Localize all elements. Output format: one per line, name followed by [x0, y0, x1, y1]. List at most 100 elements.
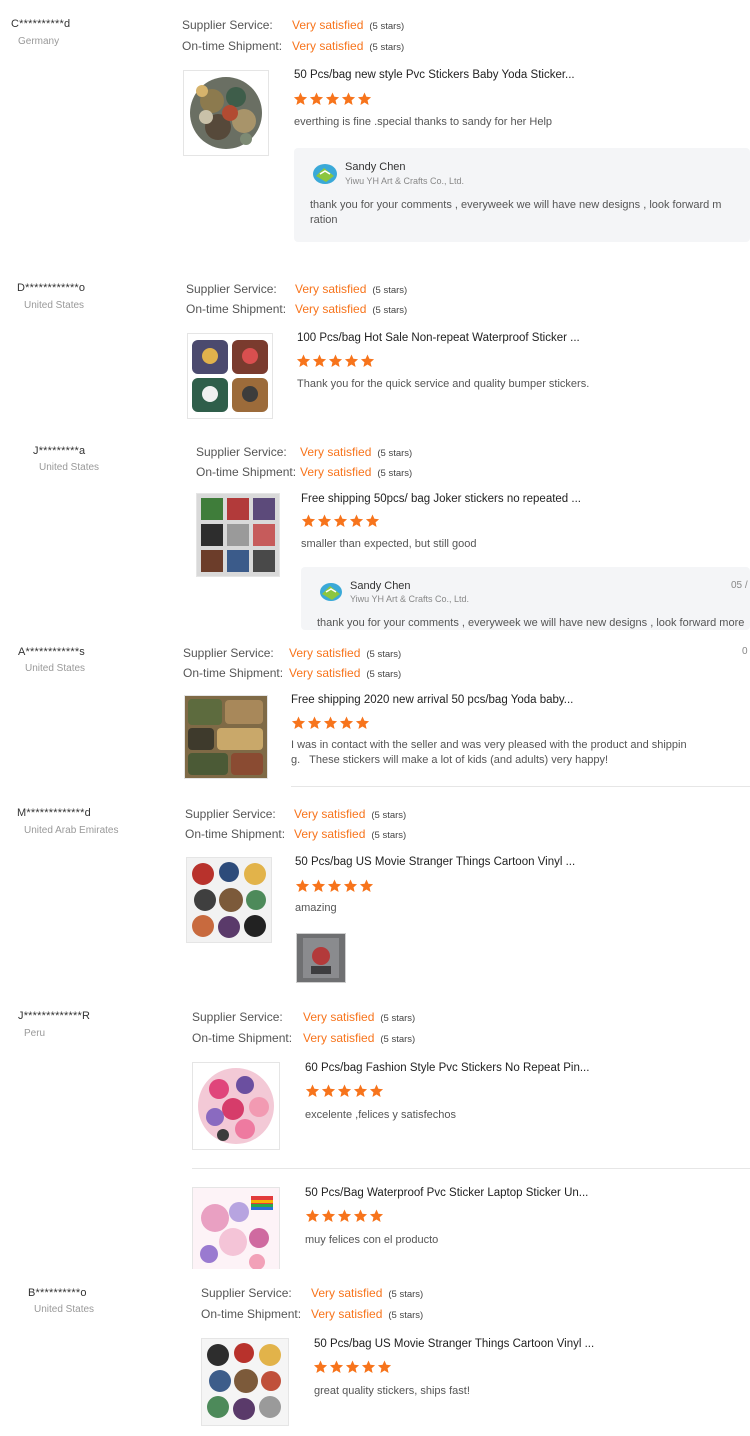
rating-stars-text: (5 stars)	[369, 42, 405, 53]
star-icon	[369, 1084, 384, 1097]
product-title-link[interactable]: 50 Pcs/Bag Waterproof Pvc Sticker Laptop…	[305, 1187, 588, 1199]
rating-value: Very satisfied	[300, 465, 372, 479]
rating-stars-text: (5 stars)	[377, 468, 413, 479]
star-icon	[311, 879, 326, 892]
supplier-service-label: Supplier Service:	[196, 445, 287, 459]
review-comment: muy felices con el producto	[305, 1234, 439, 1246]
seller-reply-text: thank you for your comments , everyweek …	[317, 617, 745, 629]
seller-name: Sandy Chen	[350, 580, 411, 592]
supplier-service-rating: Supplier Service: Very satisfied (5 stars)	[196, 445, 412, 459]
review-card: C**********d Germany Supplier Service: Ve…	[0, 0, 750, 260]
star-icon	[365, 514, 380, 527]
rating-stars-text: (5 stars)	[380, 1013, 416, 1024]
product-thumbnail[interactable]	[196, 493, 280, 577]
product-thumbnail[interactable]	[201, 1338, 289, 1426]
star-rating	[291, 716, 371, 730]
star-icon	[317, 514, 332, 527]
on-time-shipment-label: On-time Shipment:	[192, 1031, 293, 1045]
buyer-name: C**********d	[11, 18, 71, 30]
sticker-collage-image	[192, 340, 268, 412]
reply-date: 05 /	[731, 580, 748, 591]
buyer-name: J*************R	[18, 1010, 91, 1022]
product-title-link[interactable]: 60 Pcs/bag Fashion Style Pvc Stickers No…	[305, 1062, 589, 1074]
rating-value: Very satisfied	[303, 1031, 375, 1045]
star-icon	[313, 1360, 328, 1373]
product-title-link[interactable]: 50 Pcs/bag US Movie Stranger Things Cart…	[295, 856, 575, 868]
on-time-shipment-label: On-time Shipment:	[201, 1307, 302, 1321]
star-icon	[293, 92, 308, 105]
rating-value: Very satisfied	[292, 18, 364, 32]
rating-value: Very satisfied	[292, 39, 364, 53]
product-title-link[interactable]: 50 Pcs/bag US Movie Stranger Things Cart…	[314, 1338, 594, 1350]
star-icon	[295, 879, 310, 892]
buyer-country: United States	[25, 663, 86, 674]
sticker-collage-image	[193, 1063, 279, 1149]
buyer-country: Germany	[18, 36, 60, 47]
star-icon	[345, 1360, 360, 1373]
product-thumbnail[interactable]	[186, 857, 272, 943]
on-time-shipment-rating: On-time Shipment: Very satisfied (5 stars)	[185, 827, 406, 841]
review-comment: excelente ,felices y satisfechos	[305, 1109, 457, 1121]
rating-stars-text: (5 stars)	[371, 830, 407, 841]
star-rating	[301, 514, 381, 528]
supplier-service-label: Supplier Service:	[201, 1286, 292, 1300]
product-title-link[interactable]: 100 Pcs/bag Hot Sale Non-repeat Waterpro…	[297, 332, 580, 344]
product-thumbnail[interactable]	[187, 333, 273, 419]
product-thumbnail[interactable]	[184, 695, 268, 779]
star-icon	[291, 716, 306, 729]
seller-company: Yiwu YH Art & Crafts Co., Ltd.	[350, 594, 470, 604]
product-title-link[interactable]: Free shipping 50pcs/ bag Joker stickers …	[301, 493, 581, 505]
supplier-service-label: Supplier Service:	[192, 1010, 283, 1024]
product-thumbnail[interactable]	[192, 1187, 280, 1269]
star-icon	[337, 1209, 352, 1222]
on-time-shipment-label: On-time Shipment:	[183, 666, 284, 680]
divider	[192, 1168, 750, 1169]
rating-stars-text: (5 stars)	[371, 810, 407, 821]
rating-value: Very satisfied	[295, 282, 367, 296]
buyer-photo-image	[297, 934, 345, 982]
review-card: B**********o United States Supplier Serv…	[0, 1275, 750, 1436]
on-time-shipment-rating: On-time Shipment: Very satisfied (5 stars)	[183, 666, 401, 680]
supplier-service-rating: Supplier Service: Very satisfied (5 stars)	[185, 807, 406, 821]
buyer-country: United States	[39, 462, 100, 473]
sticker-collage-image	[197, 494, 279, 576]
star-icon	[305, 1209, 320, 1222]
supplier-service-rating: Supplier Service: Very satisfied (5 stars)	[186, 282, 407, 296]
review-card: J*********a United States Supplier Servi…	[0, 430, 750, 635]
rating-value: Very satisfied	[300, 445, 372, 459]
review-comment: I was in contact with the seller and was…	[291, 739, 687, 751]
rating-value: Very satisfied	[294, 827, 366, 841]
star-icon	[353, 1084, 368, 1097]
star-icon	[360, 354, 375, 367]
buyer-country: United States	[24, 300, 85, 311]
on-time-shipment-rating: On-time Shipment: Very satisfied (5 stars)	[201, 1307, 423, 1321]
review-comment: amazing	[295, 902, 337, 914]
star-icon	[349, 514, 364, 527]
star-icon	[359, 879, 374, 892]
rating-stars-text: (5 stars)	[366, 649, 402, 660]
rating-value: Very satisfied	[294, 807, 366, 821]
rating-value: Very satisfied	[295, 302, 367, 316]
rating-value: Very satisfied	[311, 1286, 383, 1300]
product-thumbnail[interactable]	[192, 1062, 280, 1150]
review-comment: smaller than expected, but still good	[301, 538, 477, 550]
star-icon	[341, 92, 356, 105]
rating-stars-text: (5 stars)	[377, 448, 413, 459]
star-icon	[301, 514, 316, 527]
rating-value: Very satisfied	[289, 646, 361, 660]
product-title-link[interactable]: 50 Pcs/bag new style Pvc Stickers Baby Y…	[294, 69, 575, 81]
rating-stars-text: (5 stars)	[366, 669, 402, 680]
star-icon	[305, 1084, 320, 1097]
seller-reply-text: ration	[310, 214, 338, 226]
seller-reply-text: thank you for your comments , everyweek …	[310, 199, 722, 211]
product-title-link[interactable]: Free shipping 2020 new arrival 50 pcs/ba…	[291, 694, 573, 706]
sticker-collage-image	[187, 858, 271, 942]
product-thumbnail[interactable]	[183, 70, 269, 156]
on-time-shipment-rating: On-time Shipment: Very satisfied (5 stars)	[186, 302, 407, 316]
buyer-country: Peru	[24, 1028, 46, 1039]
buyer-photo-thumbnail[interactable]	[296, 933, 346, 983]
star-icon	[312, 354, 327, 367]
star-icon	[328, 354, 343, 367]
review-comment: g. These stickers will make a lot of kid…	[291, 754, 609, 766]
star-rating	[313, 1360, 393, 1374]
